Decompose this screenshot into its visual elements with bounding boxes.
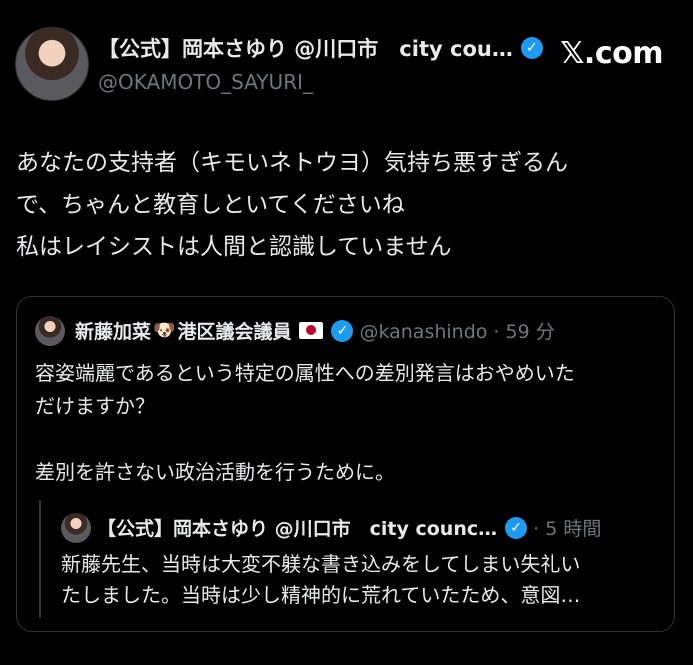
quote-line: だけますか？	[35, 394, 155, 418]
nested-author-avatar	[61, 513, 91, 543]
author-name: 【公式】岡本さゆり @川口市 city cou…	[98, 37, 513, 61]
quote-line: 差別を許さない政治活動を行うために。	[35, 460, 395, 484]
tweet-line: 私はレイシストは人間と認識していません	[16, 234, 452, 260]
nested-line: たしました。当時は少し精神的に荒れていたため、意図…	[61, 583, 581, 607]
verified-badge-icon: ✓	[331, 319, 354, 342]
quote-header: 新藤加菜 🐶 港区議会議員 ✓ @kanashindo · 59 分	[75, 317, 555, 344]
dog-icon: 🐶	[153, 320, 176, 341]
tweet-text: あなたの支持者（キモいネトウヨ）気持ち悪すぎるん で、ちゃんと教育しといてくださ…	[16, 142, 676, 268]
quote-author-name-part2: 港区議会議員	[177, 321, 292, 343]
japan-flag-icon	[299, 322, 324, 339]
quote-text: 容姿端麗であるという特定の属性への差別発言はおやめいた だけますか？ 差別を許さ…	[35, 357, 655, 489]
verified-badge-icon: ✓	[505, 516, 528, 539]
quoted-tweet[interactable]: 新藤加菜 🐶 港区議会議員 ✓ @kanashindo · 59 分 容姿端麗で…	[16, 296, 675, 632]
author-name-row[interactable]: 【公式】岡本さゆり @川口市 city cou… ✓	[98, 33, 548, 63]
author-handle[interactable]: @OKAMOTO_SAYURI_	[98, 70, 313, 94]
tweet-line: で、ちゃんと教育しといてくださいね	[16, 192, 405, 218]
tweet-line: あなたの支持者（キモいネトウヨ）気持ち悪すぎるん	[16, 150, 568, 176]
x-logo-icon: 𝕏.com	[560, 36, 663, 71]
quote-handle-time: @kanashindo · 59 分	[359, 321, 555, 343]
author-avatar[interactable]	[15, 27, 89, 101]
nested-line: 新藤先生、当時は大変不躾な書き込みをしてしまい失礼い	[61, 552, 581, 576]
nested-author-name: 【公式】岡本さゆり @川口市 city counc…	[97, 518, 498, 540]
quote-author-avatar	[35, 316, 65, 346]
nested-header: 【公式】岡本さゆり @川口市 city counc… ✓ · 5 時間	[97, 514, 601, 541]
quote-line: 容姿端麗であるという特定の属性への差別発言はおやめいた	[35, 361, 575, 385]
quote-line	[35, 423, 655, 456]
nested-time: · 5 時間	[533, 518, 602, 540]
nested-text: 新藤先生、当時は大変不躾な書き込みをしてしまい失礼い たしました。当時は少し精神…	[61, 549, 661, 611]
verified-badge-icon: ✓	[520, 37, 543, 59]
nested-reply-bar	[39, 500, 41, 618]
quote-author-name-part1: 新藤加菜	[75, 321, 152, 343]
